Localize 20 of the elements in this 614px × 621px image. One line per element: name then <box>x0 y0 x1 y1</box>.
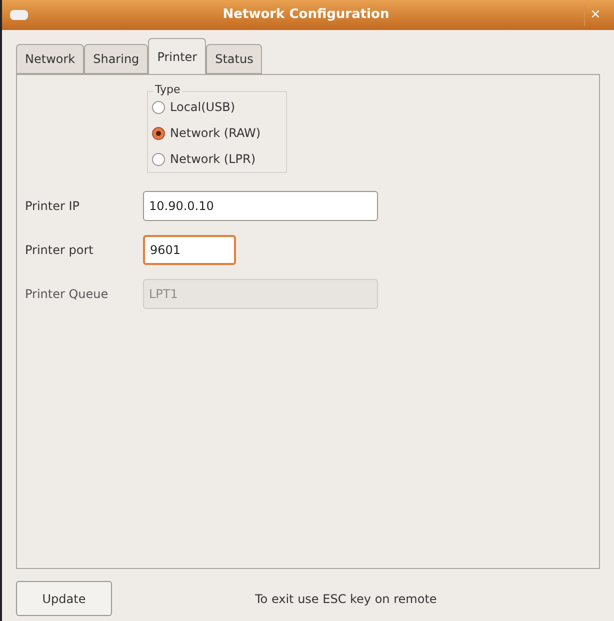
radio-button[interactable] <box>152 152 165 166</box>
tab[interactable]: Printer <box>148 38 206 74</box>
field-label: Printer IP <box>25 198 81 215</box>
window-title: Network Configuration <box>222 6 390 24</box>
hint-text: To exit use ESC key on remote <box>255 590 437 608</box>
radio-button[interactable] <box>152 100 165 114</box>
field-label: Printer port <box>25 242 94 259</box>
radio-label: Network (LPR) <box>170 151 256 168</box>
tab[interactable]: Status <box>206 44 262 74</box>
window-menu-icon[interactable] <box>10 10 28 20</box>
radio-label: Local(USB) <box>170 99 236 116</box>
radio-label: Network (RAW) <box>170 125 261 142</box>
input-field[interactable]: 9601 <box>143 235 236 265</box>
radio-button[interactable] <box>152 126 165 140</box>
tab[interactable]: Sharing <box>84 44 148 74</box>
group-title: Type <box>153 82 182 98</box>
update-button[interactable]: Update <box>16 581 112 616</box>
input-field[interactable]: 10.90.0.10 <box>143 191 378 221</box>
tab[interactable]: Network <box>16 44 84 74</box>
field-label: Printer Queue <box>25 286 110 303</box>
